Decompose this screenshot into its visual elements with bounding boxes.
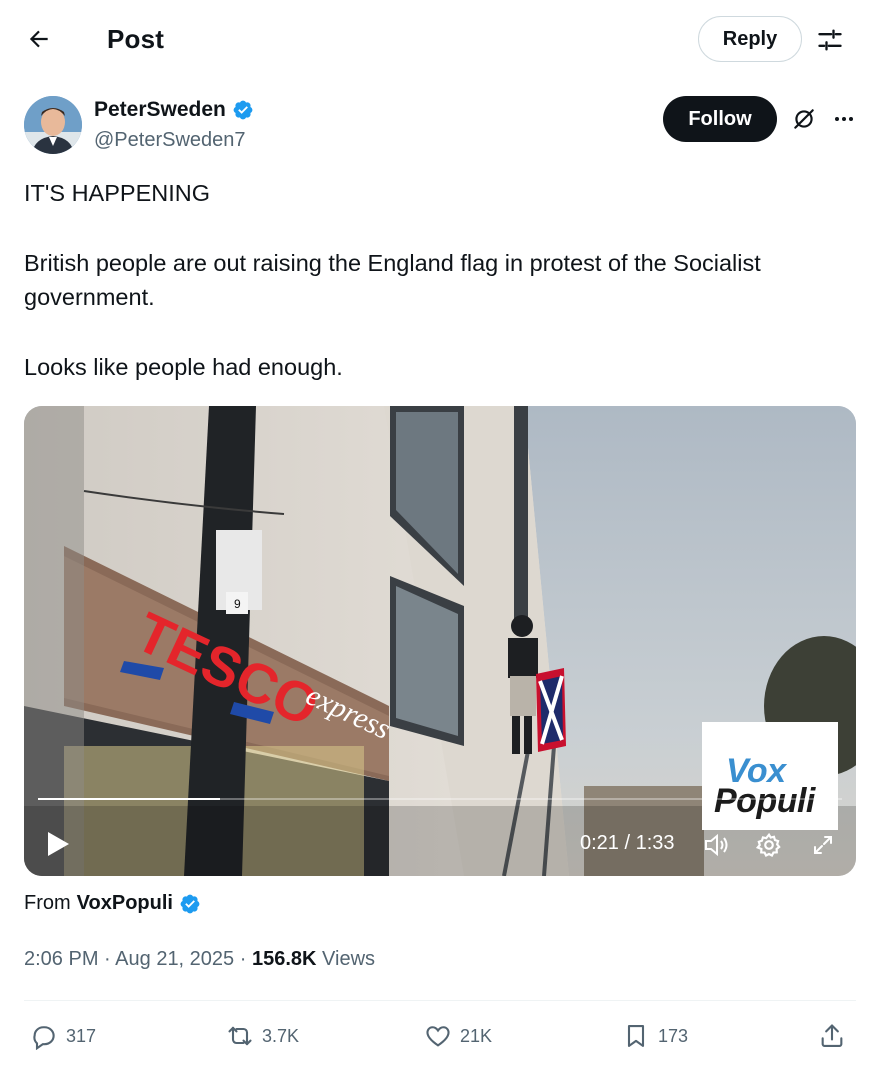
- back-arrow-icon[interactable]: [22, 22, 56, 56]
- source-account-link[interactable]: VoxPopuli: [77, 892, 173, 915]
- author-handle[interactable]: @PeterSweden7: [94, 129, 246, 152]
- sliders-icon[interactable]: [814, 24, 846, 56]
- repost-action[interactable]: 3.7K: [226, 1018, 299, 1054]
- avatar[interactable]: [24, 96, 82, 154]
- views-label: Views: [322, 948, 376, 970]
- video-progress-bar[interactable]: [38, 798, 842, 800]
- divider: [24, 1000, 856, 1001]
- repost-icon: [228, 1026, 252, 1046]
- share-action[interactable]: [818, 1018, 846, 1054]
- tweet-paragraph: British people are out raising the Engla…: [24, 250, 761, 310]
- tweet-paragraph: Looks like people had enough.: [24, 354, 343, 380]
- bookmark-action[interactable]: 173: [622, 1018, 688, 1054]
- reply-icon: [33, 1026, 55, 1050]
- verified-badge-icon: [232, 99, 254, 121]
- reply-action[interactable]: 317: [30, 1018, 96, 1054]
- bookmark-icon: [627, 1025, 645, 1047]
- video-player[interactable]: TESCO express 9 Vox Populi 0:21 / 1:33: [24, 406, 856, 876]
- author-name-text[interactable]: PeterSweden: [94, 98, 226, 122]
- repost-count: 3.7K: [262, 1025, 300, 1046]
- post-time[interactable]: 2:06 PM: [24, 948, 98, 970]
- verified-badge-icon: [179, 893, 201, 915]
- tweet-text: IT'S HAPPENING British people are out ra…: [24, 176, 854, 384]
- video-source: From VoxPopuli: [24, 892, 201, 915]
- from-prefix: From: [24, 892, 71, 914]
- play-icon[interactable]: [40, 826, 76, 862]
- meta-separator: ·: [104, 948, 111, 970]
- voxpopuli-watermark: Vox Populi: [702, 722, 838, 830]
- video-time: 0:21 / 1:33: [580, 832, 675, 854]
- post-meta: 2:06 PM · Aug 21, 2025 · 156.8K Views: [24, 948, 375, 971]
- heart-icon: [426, 1026, 450, 1047]
- watermark-line-2: Populi: [714, 782, 815, 820]
- volume-icon[interactable]: [702, 830, 732, 860]
- share-icon: [821, 1024, 843, 1047]
- author-name[interactable]: PeterSweden: [94, 98, 254, 122]
- tweet-paragraph: IT'S HAPPENING: [24, 180, 210, 206]
- bookmark-count: 173: [658, 1025, 689, 1046]
- top-bar: Post Reply: [0, 0, 880, 80]
- like-count: 21K: [460, 1025, 493, 1046]
- follow-button[interactable]: Follow: [663, 96, 777, 142]
- fullscreen-icon[interactable]: [808, 830, 838, 860]
- more-options-icon[interactable]: [829, 104, 859, 134]
- pole-tag-text: 9: [234, 597, 241, 611]
- page-title: Post: [107, 24, 165, 54]
- reply-button[interactable]: Reply: [698, 16, 802, 62]
- video-progress-fill: [38, 798, 220, 800]
- post-date[interactable]: Aug 21, 2025: [115, 948, 234, 970]
- views-count: 156.8K: [251, 948, 317, 970]
- like-action[interactable]: 21K: [424, 1018, 492, 1054]
- reply-count: 317: [66, 1025, 97, 1046]
- meta-separator: ·: [239, 948, 247, 970]
- grok-icon[interactable]: [789, 104, 819, 134]
- gear-icon[interactable]: [754, 830, 784, 860]
